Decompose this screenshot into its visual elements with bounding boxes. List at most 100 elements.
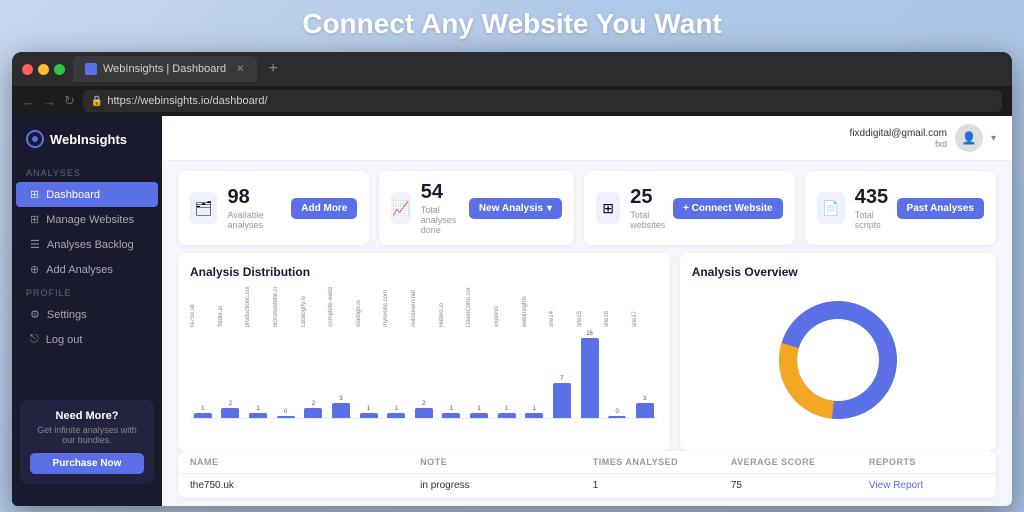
row-note: in progress (420, 480, 593, 491)
purchase-now-button[interactable]: Purchase Now (30, 453, 144, 474)
stat-card-available-analyses: 🗂 98 Available analyses Add More (178, 171, 369, 245)
bar-value: 1 (256, 406, 259, 412)
sidebar-item-settings[interactable]: ⚙ Settings (16, 302, 158, 327)
bar-rect (304, 408, 322, 418)
sidebar-item-label: Dashboard (46, 189, 100, 201)
sidebar-section-analyses: ANALYSES (12, 162, 162, 182)
stat-label: Total scripts (855, 210, 897, 230)
stat-label: Available analyses (227, 210, 291, 230)
sidebar-item-label: Analyses Backlog (47, 239, 134, 251)
forward-button[interactable]: → (43, 94, 56, 109)
connect-website-button[interactable]: + Connect Website (673, 198, 783, 219)
bar-item: 2 (301, 401, 327, 418)
sidebar-item-analyses-backlog[interactable]: ☰ Analyses Backlog (16, 232, 158, 257)
new-analysis-button[interactable]: New Analysis ▾ (469, 198, 562, 219)
bar-label: Hetero.io (439, 303, 465, 327)
bar-item: 7 (549, 376, 575, 418)
bar-label: nolosewin.net (411, 290, 437, 327)
stat-number: 54 (421, 181, 469, 204)
logo-icon (26, 130, 44, 148)
tab-label: WebInsights | Dashboard (103, 63, 226, 75)
sidebar-item-logout[interactable]: ⎋ Log out (16, 327, 158, 352)
table-area: NAME NOTE TIMES ANALYSED AVERAGE SCORE R… (178, 451, 996, 498)
add-analyses-icon: ⊕ (30, 263, 39, 276)
bar-item: 3 (328, 396, 354, 418)
row-name: the750.uk (190, 480, 420, 491)
avatar[interactable]: 👤 (955, 124, 983, 152)
bar-item: 1 (466, 406, 492, 418)
back-button[interactable]: ← (22, 94, 35, 109)
table-row: the750.uk in progress 1 75 View Report (178, 474, 996, 498)
bar-item: 2 (411, 401, 437, 418)
analysis-overview-card: Analysis Overview (680, 253, 996, 451)
bar-value: 1 (450, 406, 453, 412)
sidebar-item-add-analyses[interactable]: ⊕ Add Analyses (16, 257, 158, 282)
bar-rect (360, 413, 378, 418)
bar-rect (221, 408, 239, 418)
user-info: fixddigital@gmail.com fxd (850, 128, 947, 149)
stat-number: 25 (630, 186, 673, 209)
bar-value: 1 (505, 406, 508, 412)
view-report-link[interactable]: View Report (869, 480, 984, 491)
donut-chart-container (692, 287, 984, 433)
bar-rect (332, 403, 350, 418)
bar-value: 1 (477, 406, 480, 412)
chart-icon: 📈 (391, 192, 410, 224)
bar-rect (277, 416, 295, 418)
stat-label: Total websites (630, 210, 673, 230)
stat-info: 📄 435 Total scripts (817, 186, 897, 230)
bar-item: 1 (356, 406, 382, 418)
bar-rect (442, 413, 460, 418)
tab-bar: WebInsights | Dashboard ✕ + (12, 52, 1012, 86)
stat-info: 📈 54 Total analyses done (391, 181, 469, 235)
reload-button[interactable]: ↻ (64, 93, 75, 109)
sidebar-item-label: Settings (47, 309, 87, 321)
sidebar-item-label: Manage Websites (46, 214, 134, 226)
chevron-down-icon[interactable]: ▾ (991, 133, 996, 144)
main-header: fixddigital@gmail.com fxd 👤 ▾ (162, 116, 1012, 161)
bar-rect (249, 413, 267, 418)
bar-value: 3 (339, 396, 342, 402)
traffic-lights (22, 64, 65, 75)
bar-value: 1 (367, 406, 370, 412)
donut-chart (773, 295, 903, 425)
analysis-distribution-card: Analysis Distribution ra750.ukfiddle.aip… (178, 253, 670, 451)
sidebar-item-manage-websites[interactable]: ⊞ Manage Websites (16, 207, 158, 232)
close-window-button[interactable] (22, 64, 33, 75)
url-text: https://webinsights.io/dashboard/ (107, 95, 267, 107)
tab-close-button[interactable]: ✕ (236, 64, 244, 75)
row-average-score: 75 (731, 480, 869, 491)
bar-item: 3 (632, 396, 658, 418)
minimize-window-button[interactable] (38, 64, 49, 75)
maximize-window-button[interactable] (54, 64, 65, 75)
bar-rect (387, 413, 405, 418)
bar-label: complete-websites.com (328, 287, 354, 327)
layers-icon: 🗂 (190, 192, 217, 224)
url-input[interactable]: 🔒 https://webinsights.io/dashboard/ (83, 90, 1002, 112)
bar-item: 0 (604, 409, 630, 418)
bar-rect (194, 413, 212, 418)
stat-info: ⊞ 25 Total websites (596, 186, 673, 230)
sidebar-item-dashboard[interactable]: ⊞ Dashboard (16, 182, 158, 207)
add-more-button[interactable]: Add More (291, 198, 357, 219)
col-times-analysed: TIMES ANALYSED (593, 457, 731, 467)
analysis-overview-title: Analysis Overview (692, 265, 984, 279)
bar-value: 2 (229, 401, 232, 407)
browser-tab[interactable]: WebInsights | Dashboard ✕ (73, 56, 257, 82)
need-more-card: Need More? Get infinite analyses with ou… (20, 400, 154, 484)
bar-item: 1 (522, 406, 548, 418)
bar-value: 7 (560, 376, 563, 382)
bar-rect (525, 413, 543, 418)
dashboard-icon: ⊞ (30, 188, 39, 201)
bar-value: 3 (643, 396, 646, 402)
col-name: NAME (190, 457, 420, 467)
past-analyses-button[interactable]: Past Analyses (897, 198, 984, 219)
bar-label: site15 (577, 311, 603, 327)
sidebar-item-label: Log out (46, 334, 83, 346)
new-tab-button[interactable]: + (265, 60, 282, 78)
lock-icon: 🔒 (91, 96, 103, 107)
col-note: NOTE (420, 457, 593, 467)
sidebar-logo: WebInsights (12, 130, 162, 162)
bar-item: 1 (494, 406, 520, 418)
bar-value: 1 (533, 406, 536, 412)
